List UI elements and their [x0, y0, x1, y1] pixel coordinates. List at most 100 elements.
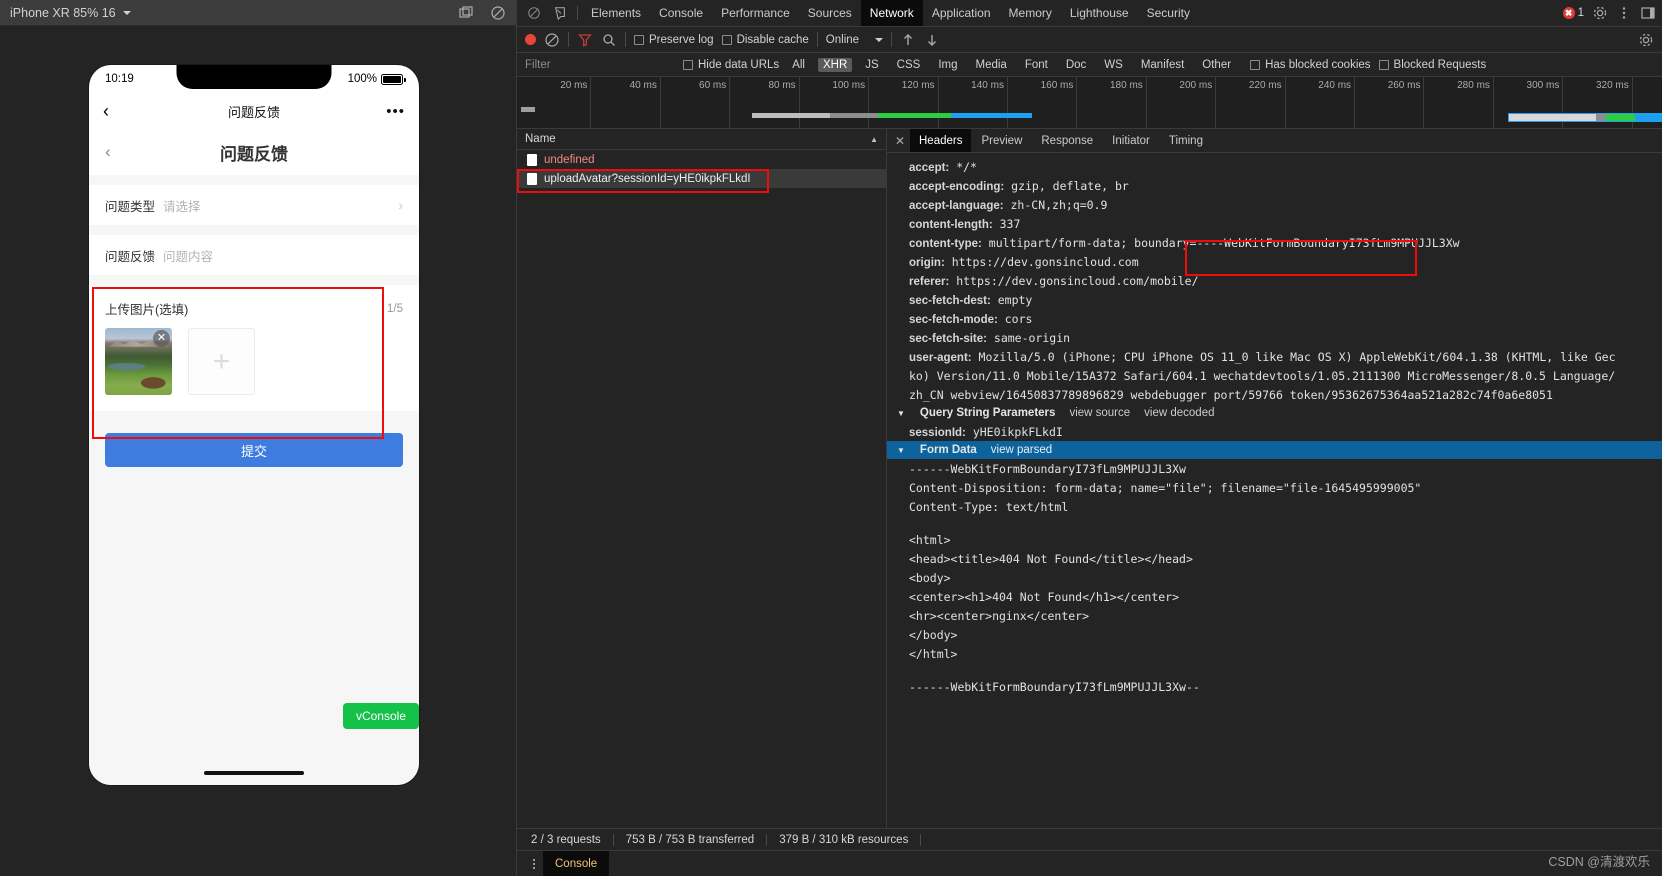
tab-memory[interactable]: Memory	[1000, 0, 1061, 26]
request-list-header[interactable]: Name ▲	[517, 129, 886, 150]
no-throttle-indicator-icon	[521, 0, 547, 26]
header-row: content-type: multipart/form-data; bound…	[887, 233, 1662, 252]
timeline-ruler: 20 ms 40 ms 60 ms 80 ms 100 ms 120 ms 140 ms 16…	[521, 77, 1662, 128]
issue-content-input[interactable]: 问题内容	[163, 246, 213, 265]
device-toolbar-actions	[458, 5, 506, 21]
filter-type-xhr[interactable]: XHR	[817, 57, 853, 72]
detail-tab-preview[interactable]: Preview	[972, 129, 1031, 152]
toolbar-divider	[568, 32, 569, 47]
view-source-link[interactable]: view source	[1069, 407, 1130, 419]
checkbox-box	[721, 34, 732, 45]
header-value: 337	[992, 216, 1021, 231]
uploaded-image-thumbnail[interactable]: ✕	[105, 328, 172, 395]
query-string-section-header[interactable]: ▼ Query String Parameters view source vi…	[887, 404, 1662, 422]
tab-application[interactable]: Application	[923, 0, 1000, 26]
timeline-tick-label: 300 ms	[1526, 80, 1560, 91]
settings-gear-icon[interactable]	[1592, 5, 1608, 21]
wechat-menu-icon[interactable]: •••	[386, 103, 405, 120]
filter-type-font[interactable]: Font	[1020, 58, 1053, 72]
remove-image-button[interactable]: ✕	[153, 330, 170, 347]
timeline-tick-label: 280 ms	[1457, 80, 1490, 91]
detail-tab-headers[interactable]: Headers	[910, 129, 972, 152]
query-param-name: sessionId:	[909, 426, 966, 439]
filter-type-all[interactable]: All	[787, 58, 810, 72]
device-emulation-pane: iPhone XR 85% 16 10:19 100% ‹ 问题反馈 ••• ‹…	[0, 0, 516, 876]
tab-network[interactable]: Network	[860, 0, 923, 26]
vconsole-button[interactable]: vConsole	[342, 703, 419, 729]
request-detail-pane: ✕ Headers Preview Response Initiator Tim…	[887, 129, 1662, 828]
filter-type-ws[interactable]: WS	[1099, 58, 1128, 72]
filter-type-media[interactable]: Media	[971, 58, 1012, 72]
inspect-icon[interactable]	[547, 0, 573, 26]
form-data-line: </body>	[909, 627, 958, 642]
timeline-tick: 100 ms	[832, 77, 870, 128]
filter-type-manifest[interactable]: Manifest	[1136, 58, 1189, 72]
detail-tab-initiator[interactable]: Initiator	[1103, 129, 1159, 152]
device-selector[interactable]: iPhone XR 85% 16	[10, 6, 131, 20]
request-row-undefined[interactable]: undefined	[517, 150, 886, 169]
timeline-tick: 220 ms	[1249, 77, 1286, 128]
tab-console[interactable]: Console	[650, 0, 712, 26]
throttle-select[interactable]: Online	[826, 34, 884, 46]
screenshot-icon[interactable]	[458, 5, 474, 21]
filter-type-other[interactable]: Other	[1197, 58, 1236, 72]
detail-tab-response[interactable]: Response	[1032, 129, 1102, 152]
form-data-line: <head><title>404 Not Found</title></head…	[909, 551, 1193, 566]
devtools-drawer: Console	[517, 850, 1662, 876]
tab-elements[interactable]: Elements	[582, 0, 650, 26]
tab-security[interactable]: Security	[1138, 0, 1199, 26]
user-agent-wrap-line: zh_CN webview/16450837789896829 webdebug…	[909, 387, 1553, 402]
filter-type-doc[interactable]: Doc	[1061, 58, 1091, 72]
timeline-tick-label: 120 ms	[901, 80, 935, 91]
form-row-issue-type[interactable]: 问题类型 请选择 ›	[89, 185, 419, 225]
preserve-log-checkbox[interactable]: Preserve log	[634, 34, 714, 46]
header-value: same-origin	[986, 330, 1071, 345]
add-image-button[interactable]: +	[188, 328, 255, 395]
form-data-section-header[interactable]: ▼ Form Data view parsed	[887, 441, 1662, 459]
request-bar-1	[752, 113, 1032, 118]
hide-data-urls-label: Hide data URLs	[698, 58, 780, 71]
filter-type-css[interactable]: CSS	[892, 58, 926, 72]
header-name: accept-language:	[909, 199, 1004, 212]
tab-sources[interactable]: Sources	[799, 0, 861, 26]
form-data-line: Content-Disposition: form-data; name="fi…	[909, 480, 1422, 495]
form-row-issue-content[interactable]: 问题反馈 问题内容	[89, 235, 419, 275]
network-settings-icon[interactable]	[1638, 32, 1654, 48]
wechat-back-button[interactable]: ‹	[103, 102, 109, 120]
hide-data-urls-checkbox[interactable]: Hide data URLs	[683, 59, 779, 71]
request-name: uploadAvatar?sessionId=yHE0ikpkFLkdI	[544, 172, 751, 185]
view-decoded-link[interactable]: view decoded	[1144, 407, 1214, 419]
clear-icon[interactable]	[544, 32, 560, 48]
no-throttling-icon[interactable]	[490, 5, 506, 21]
form-card-type: 问题类型 请选择 ›	[89, 185, 419, 225]
filter-input[interactable]: Filter	[525, 59, 675, 71]
detail-tab-timing[interactable]: Timing	[1160, 129, 1212, 152]
header-row: sec-fetch-mode: cors	[887, 309, 1662, 328]
disable-cache-checkbox[interactable]: Disable cache	[721, 34, 809, 46]
drawer-tab-console[interactable]: Console	[543, 851, 610, 876]
view-parsed-link[interactable]: view parsed	[991, 444, 1052, 456]
request-row-uploadavatar[interactable]: uploadAvatar?sessionId=yHE0ikpkFLkdI	[517, 169, 886, 188]
request-bar-undefined	[521, 107, 535, 112]
export-har-icon[interactable]	[924, 32, 940, 48]
submit-button[interactable]: 提交	[105, 433, 403, 467]
close-icon[interactable]: ✕	[891, 134, 909, 148]
has-blocked-cookies-checkbox[interactable]: Has blocked cookies	[1250, 59, 1371, 71]
tab-lighthouse[interactable]: Lighthouse	[1061, 0, 1138, 26]
header-name: sec-fetch-mode:	[909, 313, 998, 326]
error-count-badge[interactable]: ✖ 1	[1562, 7, 1584, 19]
filter-funnel-icon[interactable]	[577, 32, 593, 48]
dock-side-icon[interactable]	[1640, 5, 1656, 21]
filter-type-img[interactable]: Img	[933, 58, 962, 72]
drawer-more-icon[interactable]	[527, 858, 541, 869]
import-har-icon[interactable]	[900, 32, 916, 48]
filter-type-js[interactable]: JS	[860, 58, 883, 72]
tab-performance[interactable]: Performance	[712, 0, 799, 26]
record-button[interactable]	[525, 34, 536, 45]
timeline-tick: 160 ms	[1041, 77, 1078, 128]
timeline-tick-label: 100 ms	[832, 80, 866, 91]
search-icon[interactable]	[601, 32, 617, 48]
blocked-requests-checkbox[interactable]: Blocked Requests	[1378, 59, 1486, 71]
network-overview-timeline[interactable]: 20 ms 40 ms 60 ms 80 ms 100 ms 120 ms 140 ms 16…	[517, 77, 1662, 129]
more-vertical-icon[interactable]	[1616, 5, 1632, 21]
